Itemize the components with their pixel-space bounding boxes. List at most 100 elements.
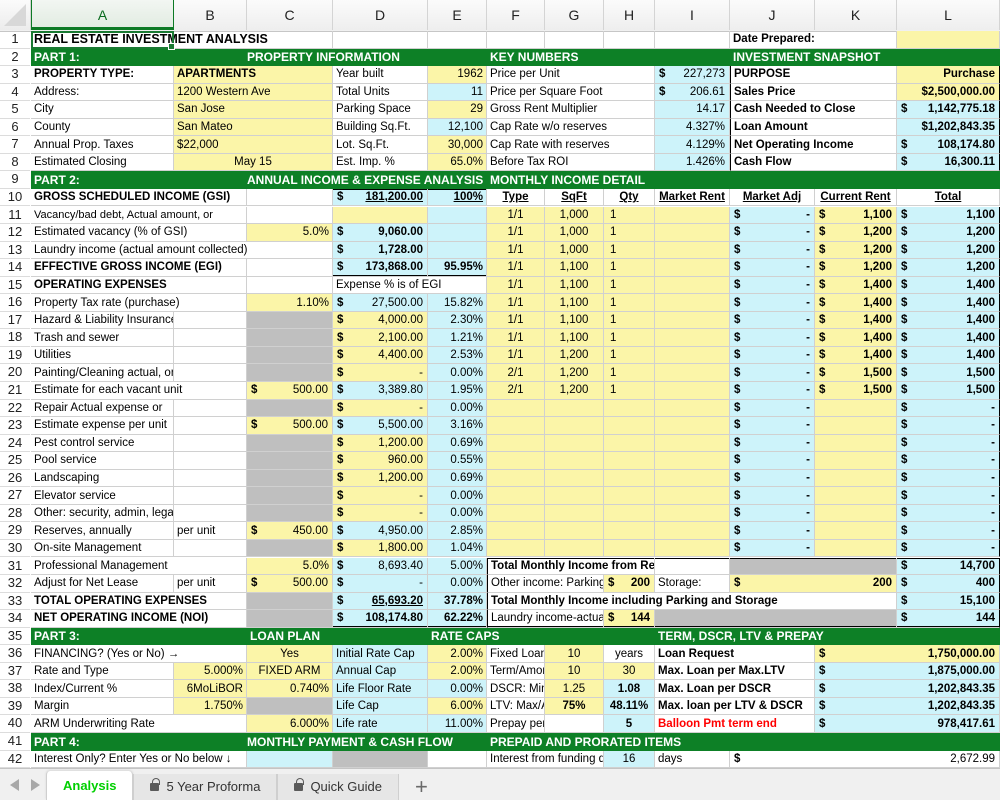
previous-sheet-icon[interactable]: [10, 779, 19, 791]
opex-rate[interactable]: 1.10%: [247, 294, 333, 312]
unit-type[interactable]: 1/1: [487, 329, 545, 347]
opex-label[interactable]: On-site Management: [31, 539, 174, 558]
unit-total[interactable]: $1,400: [897, 276, 1000, 295]
column-header-b[interactable]: B: [174, 0, 247, 30]
column-header-j[interactable]: J: [730, 0, 815, 30]
unit-sqft[interactable]: [545, 434, 604, 453]
loan-plan-value-2[interactable]: [247, 697, 333, 716]
unit-market-rent[interactable]: [655, 346, 730, 365]
unit-current-rent[interactable]: [815, 469, 897, 488]
laundry-income-value[interactable]: $1,728.00: [333, 241, 428, 260]
unit-qty[interactable]: [604, 487, 655, 505]
row-header-35[interactable]: 35: [0, 628, 30, 646]
unit-sqft[interactable]: 1,200: [545, 364, 604, 382]
unit-type[interactable]: 2/1: [487, 364, 545, 382]
opex-amount[interactable]: $5,500.00: [333, 417, 428, 435]
unit-market-rent[interactable]: [655, 469, 730, 488]
loan-amount-value[interactable]: $1,202,843.35: [815, 680, 1000, 698]
column-header-k[interactable]: K: [815, 0, 897, 30]
unit-market-adj[interactable]: $ -: [730, 539, 815, 558]
unit-qty[interactable]: [604, 504, 655, 523]
row-header-13[interactable]: 13: [0, 242, 30, 260]
empty-cell[interactable]: [174, 539, 247, 558]
empty-cell[interactable]: [174, 311, 247, 330]
unit-type[interactable]: [487, 522, 545, 540]
snapshot-label[interactable]: Cash Flow: [730, 153, 897, 172]
opex-amount[interactable]: $ -: [333, 399, 428, 418]
storage-income[interactable]: $200: [730, 575, 897, 593]
rate-cap-value[interactable]: 2.00%: [428, 645, 487, 663]
column-header-c[interactable]: C: [247, 0, 333, 30]
opex-percent[interactable]: 0.00%: [428, 364, 487, 382]
row-header-30[interactable]: 30: [0, 540, 30, 558]
total-rental-value[interactable]: $14,700: [897, 557, 1000, 576]
property-label-2[interactable]: Est. Imp. %: [333, 153, 428, 172]
term-value-2[interactable]: 30: [604, 662, 655, 681]
key-number-value[interactable]: 4.129%: [655, 136, 730, 154]
unit-type[interactable]: 1/1: [487, 276, 545, 295]
term-value-2[interactable]: 48.11%: [604, 697, 655, 716]
unit-market-rent[interactable]: [655, 294, 730, 312]
row-header-16[interactable]: 16: [0, 294, 30, 312]
loan-plan-value-2[interactable]: 0.740%: [247, 680, 333, 698]
unit-market-rent[interactable]: [655, 259, 730, 277]
unit-type[interactable]: [487, 487, 545, 505]
unit-market-adj[interactable]: $ -: [730, 399, 815, 418]
unit-qty[interactable]: [604, 469, 655, 488]
term-value-1[interactable]: [545, 715, 604, 733]
opex-rate[interactable]: $450.00: [247, 522, 333, 540]
row-header-8[interactable]: 8: [0, 154, 30, 172]
other-income-total[interactable]: $400: [897, 575, 1000, 593]
empty-cell[interactable]: [174, 504, 247, 523]
unit-market-adj[interactable]: $ -: [730, 434, 815, 453]
empty-cell[interactable]: [174, 487, 247, 505]
row-header-10[interactable]: 10: [0, 189, 30, 207]
empty-cell[interactable]: [247, 259, 333, 277]
loan-plan-value-2[interactable]: 6.000%: [247, 715, 333, 733]
unit-qty[interactable]: [604, 539, 655, 558]
unit-total[interactable]: $ -: [897, 469, 1000, 488]
unit-current-rent[interactable]: [815, 522, 897, 540]
unit-market-adj[interactable]: $ -: [730, 364, 815, 382]
row-header-21[interactable]: 21: [0, 382, 30, 400]
unit-table-header[interactable]: Total: [897, 188, 1000, 207]
property-label[interactable]: City: [31, 101, 174, 119]
opex-rate[interactable]: [247, 434, 333, 453]
unit-current-rent[interactable]: $1,200: [815, 259, 897, 277]
snapshot-value[interactable]: $2,500,000.00: [897, 83, 1000, 102]
row-header-4[interactable]: 4: [0, 84, 30, 102]
key-number-value[interactable]: $206.61: [655, 83, 730, 102]
unit-type[interactable]: 1/1: [487, 259, 545, 277]
key-number-label[interactable]: Before Tax ROI: [487, 153, 655, 172]
total-incl-value[interactable]: $15,100: [897, 592, 1000, 611]
property-value-2[interactable]: 11: [428, 83, 487, 102]
opex-amount[interactable]: $4,950.00: [333, 522, 428, 540]
property-value-2[interactable]: 29: [428, 101, 487, 119]
gsi-value[interactable]: $181,200.00: [333, 188, 428, 207]
loan-amount-value[interactable]: $1,875,000.00: [815, 662, 1000, 681]
unit-total[interactable]: $1,400: [897, 346, 1000, 365]
row-header-18[interactable]: 18: [0, 329, 30, 347]
unit-type[interactable]: 1/1: [487, 241, 545, 260]
row-header-25[interactable]: 25: [0, 452, 30, 470]
unit-sqft[interactable]: 1,000: [545, 241, 604, 260]
unit-qty[interactable]: 1: [604, 382, 655, 400]
unit-current-rent[interactable]: [815, 434, 897, 453]
key-number-label[interactable]: Price per Unit: [487, 66, 655, 84]
loan-plan-value-1[interactable]: 1.750%: [174, 697, 247, 716]
property-label-2[interactable]: Lot. Sq.Ft.: [333, 136, 428, 154]
opex-amount[interactable]: $8,693.40: [333, 557, 428, 576]
loan-plan-label[interactable]: Margin: [31, 697, 174, 716]
unit-market-rent[interactable]: [655, 276, 730, 295]
row-header-6[interactable]: 6: [0, 119, 30, 137]
unit-qty[interactable]: 1: [604, 241, 655, 260]
opex-label[interactable]: Elevator service: [31, 487, 174, 505]
opex-percent[interactable]: 15.82%: [428, 294, 487, 312]
unit-table-header[interactable]: Current Rent: [815, 188, 897, 207]
term-value-1[interactable]: 75%: [545, 697, 604, 716]
unit-current-rent[interactable]: [815, 487, 897, 505]
unit-market-adj[interactable]: $ -: [730, 522, 815, 540]
unit-market-adj[interactable]: $ -: [730, 329, 815, 347]
unit-sqft[interactable]: 1,100: [545, 259, 604, 277]
unit-total[interactable]: $ -: [897, 417, 1000, 435]
